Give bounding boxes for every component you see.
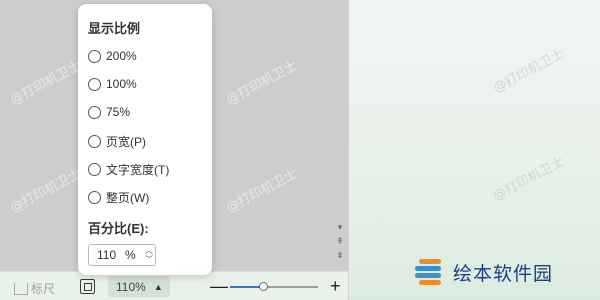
radio-icon xyxy=(88,105,101,119)
zoom-menu-button[interactable]: 110% ▲ xyxy=(108,276,170,297)
zoom-option-75[interactable]: 75% xyxy=(88,105,130,119)
zoom-option-whole-page[interactable]: 整页(W) xyxy=(88,189,149,206)
logo-text: 绘本软件园 xyxy=(453,262,554,285)
watermark: @打印机卫士 xyxy=(7,58,84,109)
ruler-label: 标尺 xyxy=(31,282,56,296)
option-label: 200% xyxy=(106,49,137,63)
watermark: @打印机卫士 xyxy=(223,166,300,217)
zoom-popup: 显示比例 200% 100% 75% 页宽(P) 文字宽度(T) 整页(W) 百… xyxy=(78,4,212,275)
percent-unit: % xyxy=(125,248,136,262)
radio-icon xyxy=(88,191,101,204)
scroll-controls: ▾ ⇞ ⇟ xyxy=(334,220,346,266)
zoom-option-page-width[interactable]: 页宽(P) xyxy=(88,133,146,150)
chevron-down-icon[interactable]: ﹀ xyxy=(145,255,153,264)
logo-icon xyxy=(415,258,445,286)
zoom-value: 110% xyxy=(116,279,146,294)
percent-value[interactable]: 110 xyxy=(97,248,125,262)
option-label: 100% xyxy=(106,77,137,91)
right-pane: @打印机卫士 @打印机卫士 xyxy=(348,0,600,300)
popup-title: 显示比例 xyxy=(88,21,141,36)
ruler-toggle[interactable]: 标尺 xyxy=(14,280,55,297)
radio-icon xyxy=(88,135,101,148)
fit-page-icon[interactable] xyxy=(80,279,95,294)
radio-icon xyxy=(88,49,101,63)
watermark: @打印机卫士 xyxy=(7,166,84,217)
next-page-icon[interactable]: ⇟ xyxy=(334,248,346,262)
zoom-in-button[interactable]: + xyxy=(330,277,341,295)
option-label: 75% xyxy=(106,105,131,119)
watermark: @打印机卫士 xyxy=(490,154,567,205)
zoom-out-button[interactable]: — xyxy=(210,277,228,295)
watermark: @打印机卫士 xyxy=(223,58,300,109)
radio-icon xyxy=(88,77,101,91)
zoom-option-text-width[interactable]: 文字宽度(T) xyxy=(88,161,169,178)
percent-stepper[interactable]: 110 % ︿ ﹀ xyxy=(88,244,156,266)
percent-label: 百分比(E): xyxy=(88,221,149,236)
ruler-icon xyxy=(14,282,28,295)
zoom-option-200[interactable]: 200% xyxy=(88,49,137,63)
prev-page-icon[interactable]: ⇞ xyxy=(334,234,346,248)
option-label: 整页(W) xyxy=(106,191,150,205)
option-label: 页宽(P) xyxy=(106,135,146,149)
option-label: 文字宽度(T) xyxy=(106,163,170,177)
chevron-up-icon[interactable]: ︿ xyxy=(145,246,153,255)
radio-icon xyxy=(88,163,101,176)
stepper-arrows[interactable]: ︿ ﹀ xyxy=(145,246,153,264)
scroll-down-icon[interactable]: ▾ xyxy=(334,220,346,234)
chevron-up-icon: ▲ xyxy=(153,281,163,292)
watermark: @打印机卫士 xyxy=(490,46,567,97)
site-logo: 绘本软件园 xyxy=(415,258,553,286)
zoom-option-100[interactable]: 100% xyxy=(88,77,137,91)
zoom-slider-fill xyxy=(230,286,264,288)
